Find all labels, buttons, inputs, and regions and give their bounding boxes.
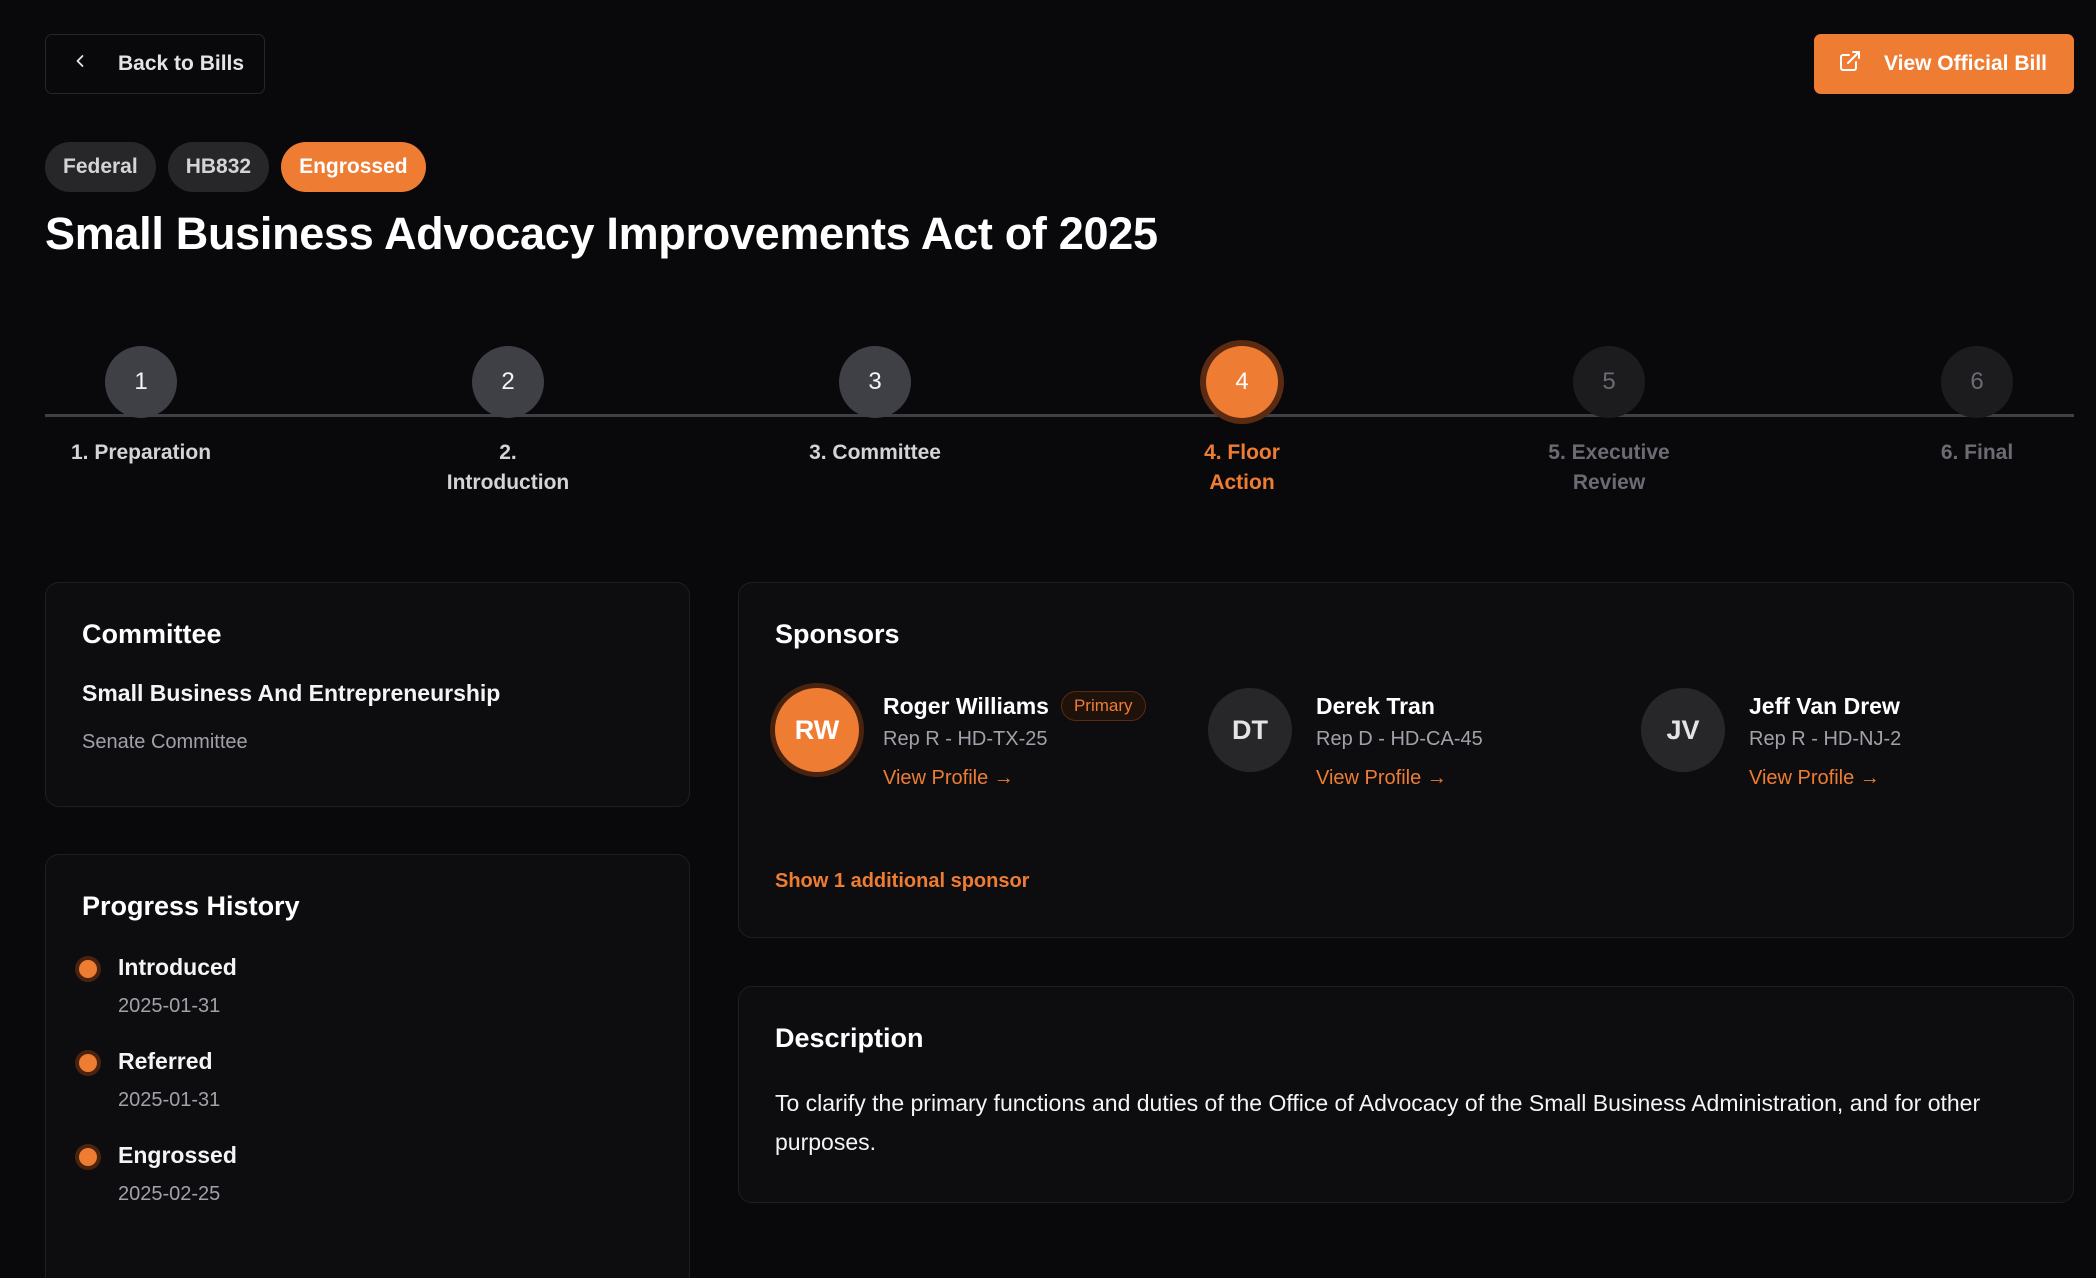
status-badge: Engrossed: [281, 142, 426, 192]
sponsor-item: DT Derek Tran Rep D - HD-CA-45 View Prof…: [1208, 688, 1628, 818]
sponsor-item: JV Jeff Van Drew Rep R - HD-NJ-2 View Pr…: [1641, 688, 2061, 818]
description-card: Description To clarify the primary funct…: [738, 986, 2074, 1203]
sponsor-item: RW Roger Williams Primary Rep R - HD-TX-…: [775, 688, 1195, 818]
step-circle: 3: [839, 346, 911, 418]
view-profile-link[interactable]: View Profile →: [883, 767, 1146, 790]
show-additional-sponsor-button[interactable]: Show 1 additional sponsor: [775, 870, 1029, 893]
sponsor-role: Rep D - HD-CA-45: [1316, 728, 1483, 750]
step-label-line-1: 5. Executive: [1548, 441, 1670, 464]
timeline-dot-icon: [79, 960, 97, 978]
sponsor-name: Derek Tran: [1316, 692, 1435, 719]
sponsor-name: Roger Williams: [883, 692, 1049, 719]
view-profile-link[interactable]: View Profile →: [1749, 767, 1901, 790]
bill-number-badge: HB832: [167, 142, 270, 192]
description-text: To clarify the primary functions and dut…: [775, 1090, 1981, 1155]
view-official-bill-button[interactable]: View Official Bill: [1814, 34, 2074, 94]
avatar: DT: [1208, 688, 1292, 772]
step-label-line-1: 4. Floor: [1204, 441, 1280, 464]
step-circle: 1: [105, 346, 177, 418]
stepper-line: [45, 414, 2074, 417]
step-label-line-2: Review: [1572, 471, 1646, 494]
sponsor-name-row: Jeff Van Drew: [1749, 688, 1901, 724]
step-circle: 6: [1941, 346, 2013, 418]
history-date: 2025-01-31: [118, 1089, 221, 1111]
sponsor-role: Rep R - HD-TX-25: [883, 728, 1048, 750]
sponsors-heading: Sponsors: [775, 619, 900, 649]
history-label: Referred: [118, 1048, 213, 1074]
step-label-line-2: Introduction: [446, 471, 570, 494]
bill-badges: Federal HB832 Engrossed: [45, 142, 426, 192]
step-label: 1. Preparation: [21, 438, 261, 468]
view-official-bill-label: View Official Bill: [1884, 52, 2047, 75]
step-label-line-1: 6. Final: [1940, 441, 2014, 464]
step-label: 5. Executive Review: [1489, 438, 1729, 498]
step-label: 2. Introduction: [388, 438, 628, 498]
step-4: 4 4. Floor Action: [1122, 346, 1362, 498]
history-label: Engrossed: [118, 1142, 237, 1168]
page-title: Small Business Advocacy Improvements Act…: [45, 208, 1158, 259]
avatar: JV: [1641, 688, 1725, 772]
sponsors-card: Sponsors RW Roger Williams Primary Rep R…: [738, 582, 2074, 938]
step-1: 1 1. Preparation: [21, 346, 261, 468]
step-3: 3 3. Committee: [755, 346, 995, 468]
history-item: Introduced 2025-01-31: [79, 954, 653, 1018]
history-label: Introduced: [118, 954, 237, 980]
sponsor-name-row: Derek Tran: [1316, 688, 1483, 724]
timeline-dot-icon: [79, 1054, 97, 1072]
committee-card: Committee Small Business And Entrepreneu…: [45, 582, 690, 807]
step-circle: 5: [1573, 346, 1645, 418]
step-label: 4. Floor Action: [1122, 438, 1362, 498]
step-circle: 4: [1206, 346, 1278, 418]
step-label: 6. Final: [1857, 438, 2096, 468]
step-label: 3. Committee: [755, 438, 995, 468]
bill-detail-page: Back to Bills View Official Bill Federal…: [0, 0, 2096, 1278]
committee-heading: Committee: [82, 619, 222, 649]
step-label-line-1: 2.: [499, 441, 517, 464]
progress-history-card: Progress History Introduced 2025-01-31 R…: [45, 854, 690, 1278]
progress-history-heading: Progress History: [82, 891, 300, 921]
sponsor-info: Jeff Van Drew Rep R - HD-NJ-2 View Profi…: [1749, 688, 1901, 790]
progress-stepper: 1 1. Preparation 2 2. Introduction 3 3. …: [45, 346, 2074, 506]
external-link-icon: [1838, 49, 1862, 79]
top-bar: Back to Bills View Official Bill: [45, 34, 2074, 94]
committee-name: Small Business And Entrepreneurship: [82, 680, 501, 706]
committee-chamber: Senate Committee: [82, 731, 248, 753]
level-badge: Federal: [45, 142, 156, 192]
step-label-line-2: Action: [1209, 471, 1275, 494]
sponsor-name-row: Roger Williams Primary: [883, 688, 1146, 724]
sponsor-info: Roger Williams Primary Rep R - HD-TX-25 …: [883, 688, 1146, 790]
step-label-line-1: 1. Preparation: [70, 441, 212, 464]
step-label-line-1: 3. Committee: [809, 441, 941, 464]
description-heading: Description: [775, 1023, 924, 1053]
step-5: 5 5. Executive Review: [1489, 346, 1729, 498]
history-item: Engrossed 2025-02-25: [79, 1142, 653, 1206]
history-date: 2025-02-25: [118, 1183, 221, 1205]
sponsor-role: Rep R - HD-NJ-2: [1749, 728, 1902, 750]
history-date: 2025-01-31: [118, 995, 221, 1017]
back-to-bills-label: Back to Bills: [118, 52, 245, 75]
history-item: Referred 2025-01-31: [79, 1048, 653, 1112]
timeline-dot-icon: [79, 1148, 97, 1166]
sponsor-info: Derek Tran Rep D - HD-CA-45 View Profile…: [1316, 688, 1483, 790]
view-profile-link[interactable]: View Profile →: [1316, 767, 1483, 790]
back-to-bills-button[interactable]: Back to Bills: [45, 34, 265, 94]
step-circle: 2: [472, 346, 544, 418]
primary-badge: Primary: [1060, 691, 1146, 721]
chevron-left-icon: [70, 51, 90, 77]
sponsor-list: RW Roger Williams Primary Rep R - HD-TX-…: [775, 688, 2037, 818]
step-2: 2 2. Introduction: [388, 346, 628, 498]
sponsor-name: Jeff Van Drew: [1749, 692, 1900, 719]
step-6: 6 6. Final: [1857, 346, 2096, 468]
avatar: RW: [775, 688, 859, 772]
